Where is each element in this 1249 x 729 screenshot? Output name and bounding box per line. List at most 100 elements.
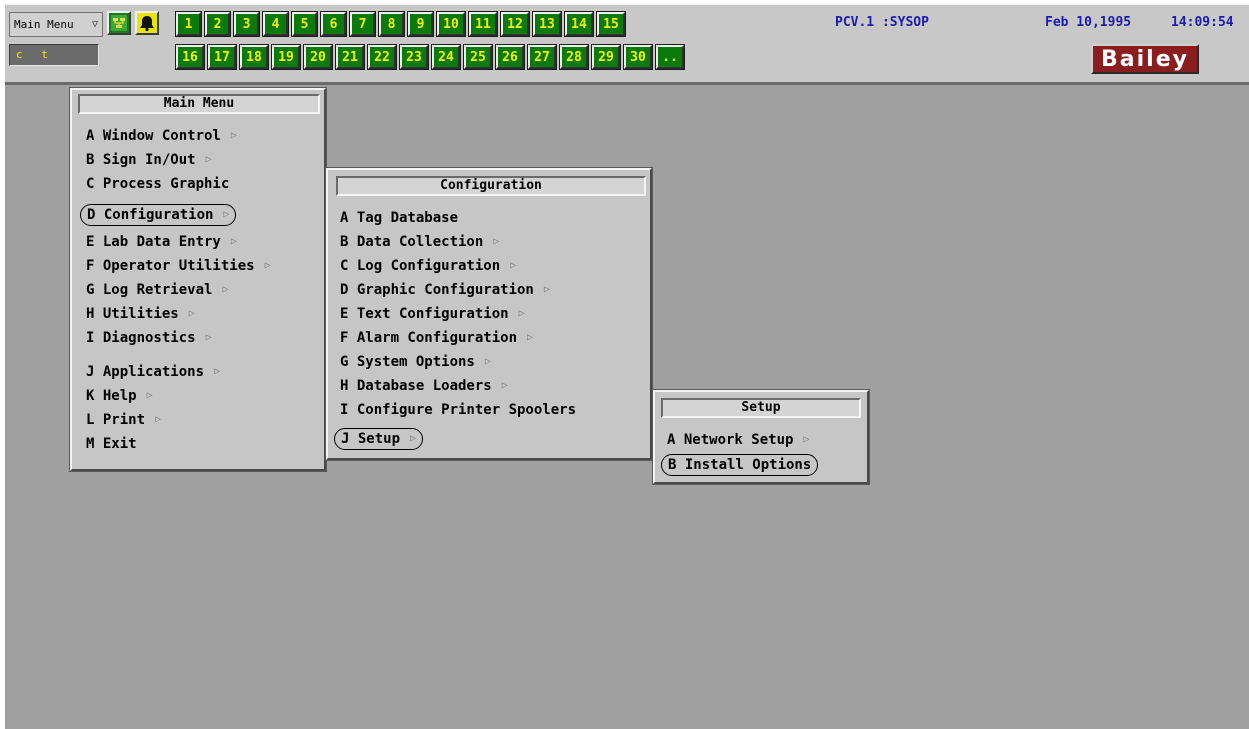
more-displays-button[interactable]: .. bbox=[655, 44, 685, 70]
menu-item-label: A Tag Database bbox=[340, 210, 459, 226]
display-button-18[interactable]: 18 bbox=[239, 44, 269, 70]
setup-menu-title: Setup bbox=[661, 398, 861, 418]
menu-item-data-collection[interactable]: B Data Collection ▷ bbox=[340, 232, 499, 252]
display-button-7[interactable]: 7 bbox=[349, 11, 376, 37]
menu-item-graphic-configuration[interactable]: D Graphic Configuration ▷ bbox=[340, 280, 550, 300]
display-button-30[interactable]: 30 bbox=[623, 44, 653, 70]
main-menu-select[interactable]: Main Menu ▽ bbox=[9, 12, 103, 37]
submenu-arrow-icon: ▷ bbox=[484, 356, 491, 367]
menu-item-label: D Configuration bbox=[87, 207, 214, 223]
submenu-arrow-icon: ▷ bbox=[222, 284, 229, 295]
menu-item-label: J Applications bbox=[86, 364, 205, 380]
network-status-button[interactable] bbox=[107, 11, 131, 35]
menu-item-label: F Alarm Configuration bbox=[340, 330, 518, 346]
menu-item-exit[interactable]: M Exit bbox=[86, 434, 137, 454]
display-button-9[interactable]: 9 bbox=[407, 11, 434, 37]
menu-item-install-options[interactable]: B Install Options bbox=[661, 454, 819, 476]
menu-item-label: E Text Configuration bbox=[340, 306, 509, 322]
submenu-arrow-icon: ▷ bbox=[188, 308, 195, 319]
submenu-arrow-icon: ▷ bbox=[543, 284, 550, 295]
menu-item-database-loaders[interactable]: H Database Loaders ▷ bbox=[340, 376, 508, 396]
display-button-6[interactable]: 6 bbox=[320, 11, 347, 37]
submenu-arrow-icon: ▷ bbox=[230, 236, 237, 247]
display-button-12[interactable]: 12 bbox=[500, 11, 530, 37]
display-button-25[interactable]: 25 bbox=[463, 44, 493, 70]
display-button-1[interactable]: 1 bbox=[175, 11, 202, 37]
display-button-11[interactable]: 11 bbox=[468, 11, 498, 37]
menu-item-label: C Process Graphic bbox=[86, 176, 230, 192]
menu-item-label: F Operator Utilities bbox=[86, 258, 255, 274]
menu-item-label: I Diagnostics bbox=[86, 330, 196, 346]
display-button-21[interactable]: 21 bbox=[335, 44, 365, 70]
menu-item-log-configuration[interactable]: C Log Configuration ▷ bbox=[340, 256, 516, 276]
menu-item-lab-data-entry[interactable]: E Lab Data Entry ▷ bbox=[86, 232, 237, 252]
display-button-2[interactable]: 2 bbox=[204, 11, 231, 37]
display-button-22[interactable]: 22 bbox=[367, 44, 397, 70]
configuration-menu-panel: Configuration A Tag Database B Data Colle… bbox=[325, 167, 653, 461]
display-button-5[interactable]: 5 bbox=[291, 11, 318, 37]
menu-item-label: G System Options bbox=[340, 354, 475, 370]
menu-item-log-retrieval[interactable]: G Log Retrieval ▷ bbox=[86, 280, 228, 300]
menu-item-print[interactable]: L Print ▷ bbox=[86, 410, 161, 430]
submenu-arrow-icon: ▷ bbox=[410, 433, 417, 444]
submenu-arrow-icon: ▷ bbox=[264, 260, 271, 271]
menu-item-system-options[interactable]: G System Options ▷ bbox=[340, 352, 491, 372]
display-button-15[interactable]: 15 bbox=[596, 11, 626, 37]
menu-item-help[interactable]: K Help ▷ bbox=[86, 386, 153, 406]
display-button-4[interactable]: 4 bbox=[262, 11, 289, 37]
menu-item-label: H Database Loaders bbox=[340, 378, 492, 394]
display-button-29[interactable]: 29 bbox=[591, 44, 621, 70]
node-user-label: PCV.1 :SYSOP bbox=[835, 15, 929, 30]
menu-item-tag-database[interactable]: A Tag Database bbox=[340, 208, 458, 228]
menu-item-label: B Data Collection bbox=[340, 234, 484, 250]
display-button-14[interactable]: 14 bbox=[564, 11, 594, 37]
menu-item-configure-printer-spoolers[interactable]: I Configure Printer Spoolers bbox=[340, 400, 576, 420]
submenu-arrow-icon: ▷ bbox=[223, 209, 230, 220]
display-button-17[interactable]: 17 bbox=[207, 44, 237, 70]
menu-item-label: M Exit bbox=[86, 436, 137, 452]
date-label: Feb 10,1995 bbox=[1045, 15, 1132, 30]
menu-item-configuration[interactable]: D Configuration ▷ bbox=[80, 204, 237, 226]
menu-item-text-configuration[interactable]: E Text Configuration ▷ bbox=[340, 304, 525, 324]
menu-item-process-graphic[interactable]: C Process Graphic bbox=[86, 174, 229, 194]
menu-item-applications[interactable]: J Applications ▷ bbox=[86, 362, 220, 382]
display-button-28[interactable]: 28 bbox=[559, 44, 589, 70]
network-status-icon bbox=[111, 15, 127, 31]
menu-item-label: C Log Configuration bbox=[340, 258, 501, 274]
menu-item-diagnostics[interactable]: I Diagnostics ▷ bbox=[86, 328, 212, 348]
display-button-10[interactable]: 10 bbox=[436, 11, 466, 37]
display-button-8[interactable]: 8 bbox=[378, 11, 405, 37]
menu-item-sign-in-out[interactable]: B Sign In/Out ▷ bbox=[86, 150, 212, 170]
main-menu-title: Main Menu bbox=[78, 94, 320, 114]
menu-item-label: L Print bbox=[86, 412, 146, 428]
time-label: 14:09:54 bbox=[1171, 15, 1234, 30]
display-button-23[interactable]: 23 bbox=[399, 44, 429, 70]
menu-item-label: A Window Control bbox=[86, 128, 221, 144]
console-screen: Main Menu ▽ c t 1 2 3 4 5 6 7 8 9 10 11 12 13 14 15 16… bbox=[5, 4, 1249, 729]
display-button-19[interactable]: 19 bbox=[271, 44, 301, 70]
menu-item-label: B Install Options bbox=[668, 457, 812, 473]
display-button-13[interactable]: 13 bbox=[532, 11, 562, 37]
menu-item-setup[interactable]: J Setup ▷ bbox=[334, 428, 424, 450]
display-button-20[interactable]: 20 bbox=[303, 44, 333, 70]
display-button-3[interactable]: 3 bbox=[233, 11, 260, 37]
menu-item-network-setup[interactable]: A Network Setup ▷ bbox=[667, 430, 809, 450]
submenu-arrow-icon: ▷ bbox=[155, 414, 162, 425]
bailey-logo: Bailey bbox=[1091, 44, 1199, 74]
submenu-arrow-icon: ▷ bbox=[146, 390, 153, 401]
submenu-arrow-icon: ▷ bbox=[527, 332, 534, 343]
display-button-16[interactable]: 16 bbox=[175, 44, 205, 70]
menu-item-alarm-configuration[interactable]: F Alarm Configuration ▷ bbox=[340, 328, 533, 348]
menu-item-label: A Network Setup bbox=[667, 432, 794, 448]
menu-item-label: K Help bbox=[86, 388, 137, 404]
menu-item-utilities[interactable]: H Utilities ▷ bbox=[86, 304, 195, 324]
display-button-27[interactable]: 27 bbox=[527, 44, 557, 70]
menu-item-window-control[interactable]: A Window Control ▷ bbox=[86, 126, 237, 146]
display-button-26[interactable]: 26 bbox=[495, 44, 525, 70]
main-menu-select-label: Main Menu bbox=[14, 18, 74, 31]
command-field[interactable]: c t bbox=[9, 44, 99, 66]
display-button-24[interactable]: 24 bbox=[431, 44, 461, 70]
alarm-button[interactable] bbox=[135, 11, 159, 35]
menu-item-operator-utilities[interactable]: F Operator Utilities ▷ bbox=[86, 256, 271, 276]
dropdown-arrow-icon: ▽ bbox=[91, 19, 98, 30]
